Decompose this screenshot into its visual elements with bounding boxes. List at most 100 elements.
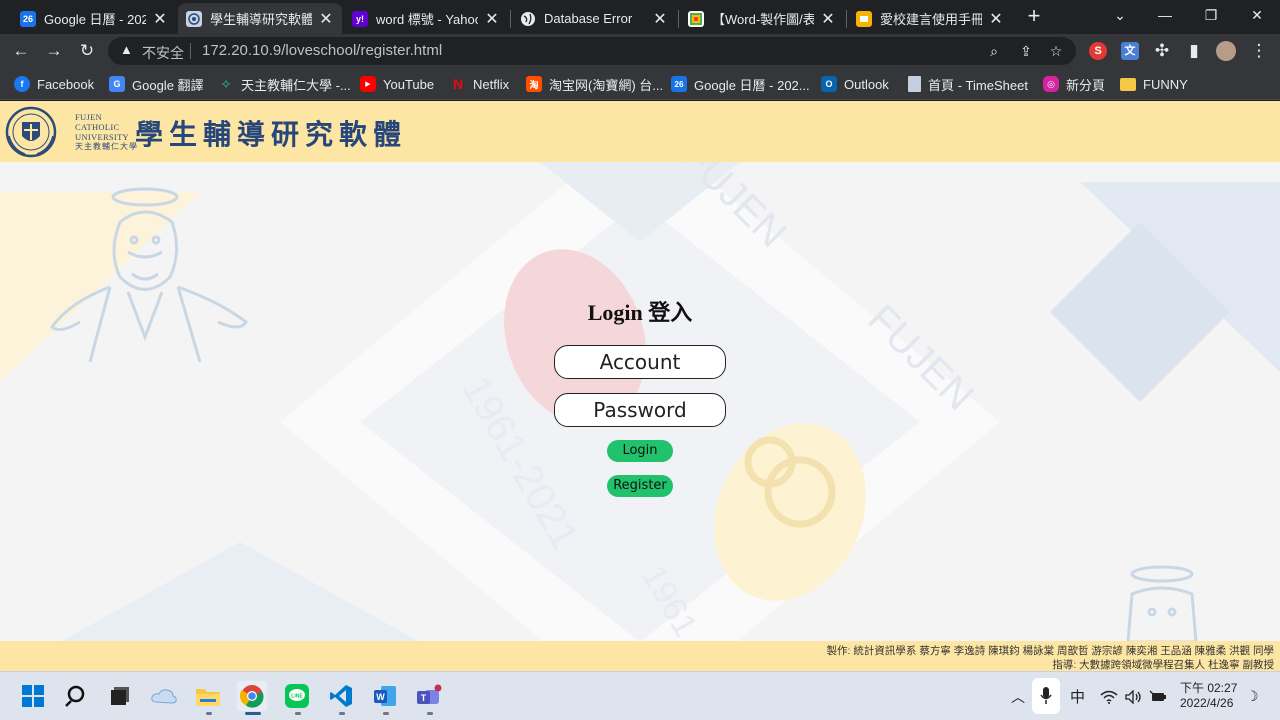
vscode-icon[interactable] — [326, 681, 356, 711]
browser-toolbar: ← → ↻ ▲ 不安全 172.20.10.9/loveschool/regis… — [0, 34, 1280, 68]
web-page: FUJEN FUJEN 1961-2021 1961 FUJEN CATHOLI… — [0, 101, 1280, 671]
document-icon — [908, 76, 921, 92]
close-icon[interactable]: ✕ — [820, 9, 836, 29]
bookmarks-bar: f Facebook G Google 翻譯 ✧ 天主教輔仁大學 -... ▶ … — [0, 68, 1280, 100]
tab-yahoo[interactable]: y! word 標號 - Yahoo奇摩 ✕ — [344, 3, 508, 34]
tab-title: Google 日曆 - 2022年4 — [44, 12, 146, 27]
tab-slides[interactable]: 愛校建言使用手冊 ✕ — [848, 3, 1012, 34]
outlook-icon: O — [821, 76, 837, 92]
word-icon[interactable]: W — [370, 681, 400, 711]
forward-arrow-icon[interactable]: → — [42, 39, 66, 63]
wifi-icon[interactable] — [1100, 672, 1118, 720]
clock-date: 2022/4/26 — [1180, 696, 1234, 710]
close-window-button[interactable]: ✕ — [1234, 0, 1280, 32]
zoom-search-icon[interactable]: ⌕ — [984, 41, 1004, 61]
translate-extension-icon[interactable]: 文 — [1121, 42, 1139, 60]
reload-icon[interactable]: ↻ — [75, 39, 99, 63]
insecure-label[interactable]: 不安全 — [142, 43, 184, 63]
new-tab-button[interactable]: + — [1022, 4, 1046, 28]
system-clock[interactable]: 下午 02:27 2022/4/26 — [1180, 681, 1237, 711]
login-button[interactable]: Login — [607, 440, 673, 462]
search-icon[interactable] — [62, 681, 92, 711]
bookmark-netflix[interactable]: N Netflix — [450, 75, 509, 93]
side-panel-icon[interactable]: ▮ — [1182, 39, 1206, 63]
svg-text:W: W — [376, 692, 385, 702]
bookmark-taobao[interactable]: 淘 淘宝网(淘寶網) 台... — [526, 75, 663, 93]
file-explorer-icon[interactable] — [193, 681, 223, 711]
teams-icon[interactable]: T — [414, 681, 444, 711]
bookmark-google-translate[interactable]: G Google 翻譯 — [109, 75, 204, 93]
microphone-icon[interactable] — [1032, 678, 1060, 714]
windows-taskbar: LINE W T ︿ 中 下午 02:27 2022/4/26 ☽ — [0, 671, 1280, 720]
account-input[interactable] — [554, 345, 726, 379]
bookmark-timesheet[interactable]: 首頁 - TimeSheet — [908, 75, 1028, 93]
close-icon[interactable]: ✕ — [152, 9, 168, 29]
tab-title: word 標號 - Yahoo奇摩 — [376, 12, 478, 27]
url-text[interactable]: 172.20.10.9/loveschool/register.html — [202, 42, 442, 59]
register-button[interactable]: Register — [607, 475, 673, 497]
close-icon[interactable]: ✕ — [652, 9, 668, 29]
bookmark-label: Netflix — [473, 76, 510, 92]
tab-search-icon[interactable]: ⌄ — [1097, 0, 1143, 32]
site-footer: 製作: 統計資訊學系 蔡方寧 李逸詩 陳琪鈞 楊詠棠 周歆哲 游宗諺 陳奕湘 王… — [0, 641, 1280, 671]
bookmark-label: YouTube — [383, 76, 435, 92]
minimize-button[interactable]: — — [1142, 0, 1188, 32]
ime-indicator[interactable]: 中 — [1070, 672, 1085, 720]
bookmark-facebook[interactable]: f Facebook — [14, 75, 94, 93]
close-icon[interactable]: ✕ — [988, 9, 1004, 29]
show-hidden-icons[interactable]: ︿ — [1011, 672, 1025, 720]
blogger-icon — [688, 10, 704, 27]
bookmark-fju[interactable]: ✧ 天主教輔仁大學 -... — [218, 75, 351, 93]
extension-s-icon[interactable]: S — [1089, 42, 1107, 60]
tab-google-calendar[interactable]: 26 Google 日曆 - 2022年4 ✕ — [12, 3, 176, 34]
university-seal-icon — [5, 106, 57, 158]
bookmark-youtube[interactable]: ▶ YouTube — [360, 75, 434, 93]
tab-title: Database Error — [544, 11, 633, 26]
bookmark-label: 淘宝网(淘寶網) 台... — [549, 77, 664, 93]
tab-database-error[interactable]: Database Error ✕ — [512, 3, 676, 34]
tab-title: 學生輔導研究軟體 — [210, 12, 312, 27]
google-translate-icon: G — [109, 76, 125, 92]
tab-active-site[interactable]: 學生輔導研究軟體 ✕ — [178, 3, 342, 34]
volume-icon[interactable] — [1125, 672, 1143, 720]
share-icon[interactable]: ⇪ — [1016, 41, 1036, 61]
bookmark-label: 首頁 - TimeSheet — [928, 77, 1028, 93]
task-view-icon[interactable] — [105, 681, 135, 711]
extensions-puzzle-icon[interactable]: ✣ — [1150, 39, 1174, 63]
address-bar[interactable]: ▲ 不安全 172.20.10.9/loveschool/register.ht… — [108, 37, 1076, 65]
fju-icon: ✧ — [220, 75, 232, 92]
battery-icon[interactable] — [1149, 672, 1167, 720]
tab-word-article[interactable]: 【Word-製作圖/表目錄 ✕ — [680, 3, 844, 34]
close-icon[interactable]: ✕ — [318, 9, 334, 29]
bookmark-label: Facebook — [37, 76, 95, 92]
google-calendar-icon: 26 — [20, 10, 36, 27]
bookmark-new-tab[interactable]: ◎ 新分頁 — [1043, 75, 1105, 93]
instagram-icon: ◎ — [1043, 76, 1059, 92]
folder-icon — [1120, 77, 1136, 91]
yahoo-icon: y! — [352, 10, 368, 27]
site-header: FUJEN CATHOLIC UNIVERSITY 天主教輔仁大學 學生輔導研究… — [0, 101, 1280, 162]
back-arrow-icon[interactable]: ← — [9, 39, 33, 63]
restore-button[interactable]: ❐ — [1188, 0, 1234, 32]
notifications-moon-icon[interactable]: ☽ — [1246, 672, 1259, 720]
bookmark-google-calendar[interactable]: 26 Google 日曆 - 202... — [671, 75, 810, 93]
svg-text:T: T — [421, 693, 427, 703]
svg-text:LINE: LINE — [291, 694, 303, 700]
close-icon[interactable]: ✕ — [484, 9, 500, 29]
windows-start-icon[interactable] — [18, 681, 48, 711]
menu-kebab-icon[interactable]: ⋮ — [1247, 39, 1271, 63]
onedrive-icon[interactable] — [149, 681, 179, 711]
google-calendar-icon: 26 — [671, 76, 687, 92]
bookmark-outlook[interactable]: O Outlook — [821, 75, 889, 93]
wordmark-line: 天主教輔仁大學 — [75, 142, 138, 151]
bookmark-star-icon[interactable]: ☆ — [1046, 41, 1066, 61]
warning-icon[interactable]: ▲ — [120, 42, 133, 57]
password-input[interactable] — [554, 393, 726, 427]
bookmark-label: 新分頁 — [1066, 77, 1106, 93]
bookmark-folder-funny[interactable]: FUNNY — [1120, 75, 1188, 93]
taobao-icon: 淘 — [526, 76, 542, 92]
line-app-icon[interactable]: LINE — [282, 681, 312, 711]
profile-avatar[interactable] — [1216, 41, 1236, 61]
bookmark-label: Google 日曆 - 202... — [694, 77, 810, 93]
chrome-icon[interactable] — [237, 681, 267, 711]
